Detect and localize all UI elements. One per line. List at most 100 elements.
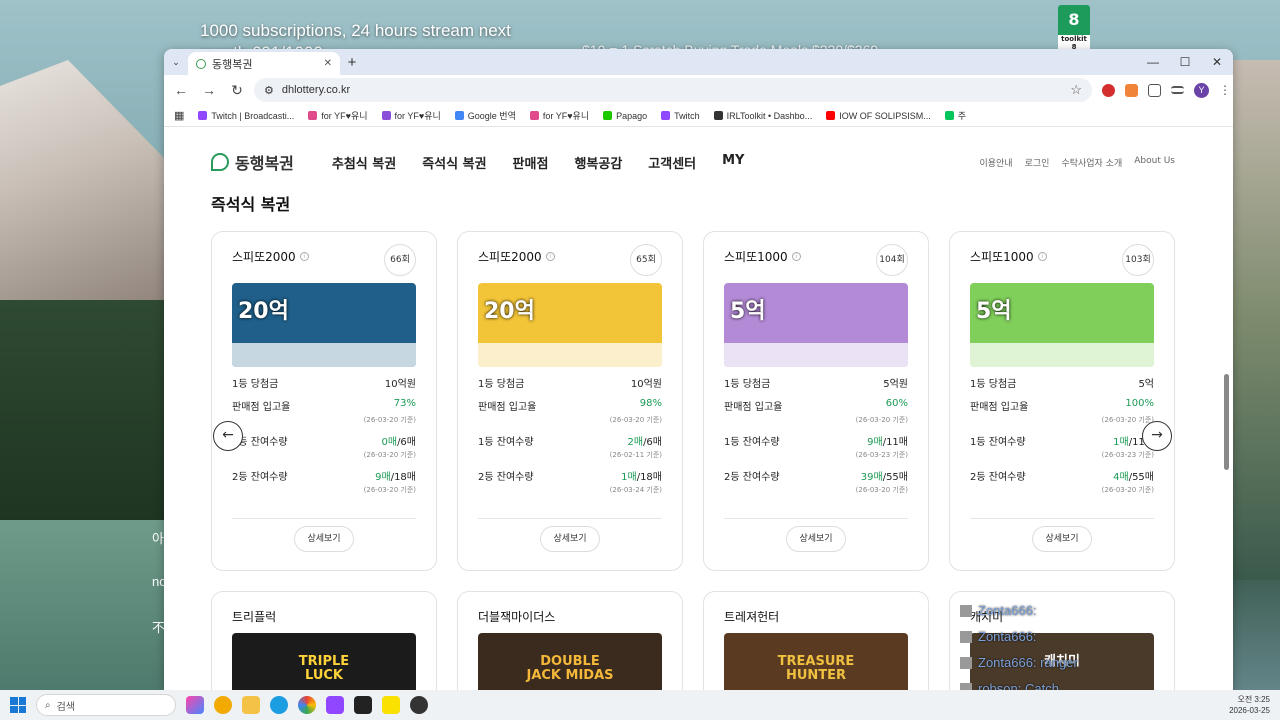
bookmark-2[interactable]: for YF♥유니 <box>308 109 368 122</box>
page-scrollbar[interactable] <box>1224 374 1229 470</box>
tab-search-icon[interactable]: ⌄ <box>164 57 188 68</box>
copilot-icon[interactable] <box>186 696 204 714</box>
search-app-icon[interactable] <box>214 696 232 714</box>
lottery-name-text: 스피또2000 <box>232 250 296 264</box>
info-icon[interactable]: i <box>791 252 801 261</box>
detail-button[interactable]: 상세보기 <box>1032 526 1092 552</box>
bookmark-7-icon <box>661 111 671 120</box>
chat-avatar <box>960 605 972 617</box>
info-icon[interactable]: i <box>545 252 555 261</box>
extensions-area: Y ⋮ <box>1102 82 1231 98</box>
bookmark-9[interactable]: IOW OF SOLIPSISM... <box>826 111 931 121</box>
bookmark-4[interactable]: Google 번역 <box>454 109 516 122</box>
url-text: dhlottery.co.kr <box>281 84 351 96</box>
game-card[interactable]: 더블잭마이더스 DOUBLE JACK MIDAS <box>457 591 683 690</box>
menu-happy-share[interactable]: 행복공감 <box>574 153 622 172</box>
detail-button[interactable]: 상세보기 <box>540 526 600 552</box>
maximize-icon[interactable]: ☐ <box>1169 55 1201 69</box>
round-badge: 65회 <box>630 244 662 276</box>
menu-draw-lottery[interactable]: 추첨식 복권 <box>332 153 396 172</box>
bookmark-2-label: for YF♥유니 <box>321 111 368 121</box>
bookmark-3[interactable]: for YF♥유니 <box>381 109 441 122</box>
back-icon[interactable]: ← <box>170 82 192 98</box>
menu-retailers[interactable]: 판매점 <box>513 153 549 172</box>
util-guide-link[interactable]: 이용안내 <box>979 156 1012 169</box>
lottery-card[interactable]: 스피또2000 i 65회 20억 1등 당첨금 10억원 판매점 입고율 98% (… <box>457 231 683 571</box>
first-prize-value: 5억원 <box>883 379 908 390</box>
chrome-icon[interactable] <box>298 696 316 714</box>
bookmark-9-label: IOW OF SOLIPSISM... <box>839 110 931 121</box>
util-about-link[interactable]: About Us <box>1134 156 1175 169</box>
bookmark-6-icon <box>603 111 613 120</box>
menu-my[interactable]: MY <box>722 153 744 172</box>
close-window-icon[interactable]: ✕ <box>1201 55 1233 69</box>
side-overlay-1: 아 <box>152 531 164 546</box>
detail-button[interactable]: 상세보기 <box>786 526 846 552</box>
bookmark-8[interactable]: IRLToolkit • Dashbo... <box>713 111 812 121</box>
media-icon[interactable] <box>1171 86 1184 94</box>
ticket-image: 20억 <box>478 283 662 367</box>
carousel-next-icon[interactable]: → <box>1142 421 1172 451</box>
second-left-row: 2등 잔여수량 1매/18매 <box>478 468 662 483</box>
reload-icon[interactable]: ↻ <box>226 82 248 99</box>
ticket-jackpot-text: 20억 <box>238 299 289 324</box>
info-icon[interactable]: i <box>1037 252 1047 261</box>
extension-red-icon[interactable] <box>1102 83 1115 97</box>
kakaotalk-icon[interactable] <box>382 696 400 714</box>
bookmark-3-icon <box>381 111 391 120</box>
first-left-count: 1매 <box>1113 437 1129 448</box>
bookmarks-bar: ▦ Twitch | Broadcasti... for YF♥유니 for Y… <box>164 105 1233 127</box>
bookmark-7[interactable]: Twitch <box>661 111 700 121</box>
extension-orange-icon[interactable] <box>1125 83 1138 97</box>
tab-close-icon[interactable]: ✕ <box>324 58 332 69</box>
first-left-label: 1등 잔여수량 <box>970 437 1026 448</box>
lottery-card[interactable]: 스피또1000 i 104회 5억 1등 당첨금 5억원 판매점 입고율 60% (2… <box>703 231 929 571</box>
detail-button[interactable]: 상세보기 <box>294 526 354 552</box>
windows-start-icon[interactable] <box>10 697 26 713</box>
bookmark-1[interactable]: Twitch | Broadcasti... <box>198 111 294 121</box>
obs-icon[interactable] <box>354 696 372 714</box>
menu-instant-lottery[interactable]: 즉석식 복권 <box>422 153 486 172</box>
bookmark-star-icon[interactable]: ☆ <box>1070 82 1082 98</box>
site-logo[interactable]: 동행복권 <box>211 150 294 174</box>
tab-dhlottery[interactable]: 동행복권 ✕ <box>188 52 340 75</box>
apps-grid-icon[interactable]: ▦ <box>174 109 184 122</box>
lottery-card[interactable]: 스피또1000 i 103회 5억 1등 당첨금 5억 판매점 입고율 100% (2… <box>949 231 1175 571</box>
second-left-total: /55매 <box>882 472 908 483</box>
address-bar[interactable]: ⚙ dhlottery.co.kr ☆ <box>254 78 1092 102</box>
file-explorer-icon[interactable] <box>242 696 260 714</box>
second-left-date: (26-03-24 기준) <box>609 486 662 494</box>
util-login-link[interactable]: 로그인 <box>1025 156 1050 169</box>
util-operator-link[interactable]: 수탁사업자 소개 <box>1061 156 1122 169</box>
bookmark-5[interactable]: for YF♥유니 <box>529 109 589 122</box>
menu-kebab-icon[interactable]: ⋮ <box>1219 84 1231 97</box>
bookmark-10[interactable]: 주 <box>944 109 966 122</box>
taskbar: ⌕ 검색 오전 3:25 2026-03-25 <box>0 690 1280 720</box>
extensions-puzzle-icon[interactable] <box>1148 83 1161 97</box>
profile-avatar[interactable]: Y <box>1194 82 1209 98</box>
bookmark-6-label: Papago <box>616 110 648 121</box>
lottery-card[interactable]: 스피또2000 i 66회 20억 1등 당첨금 10억원 판매점 입고율 73% (… <box>211 231 437 571</box>
minimize-icon[interactable]: — <box>1137 55 1169 69</box>
forward-icon[interactable]: → <box>198 82 220 98</box>
bookmark-6[interactable]: Papago <box>603 111 647 121</box>
twitch-icon[interactable] <box>326 696 344 714</box>
menu-customer-center[interactable]: 고객센터 <box>648 153 696 172</box>
system-clock[interactable]: 오전 3:25 2026-03-25 <box>1229 694 1270 716</box>
carousel-prev-icon[interactable]: ← <box>213 421 243 451</box>
bookmark-5-icon <box>529 111 539 120</box>
round-badge: 66회 <box>384 244 416 276</box>
app-icon[interactable] <box>410 696 428 714</box>
game-card[interactable]: 트리플럭 TRIPLE LUCK <box>211 591 437 690</box>
first-left-total: /6매 <box>397 437 416 448</box>
chat-avatar <box>960 657 972 669</box>
taskbar-search[interactable]: ⌕ 검색 <box>36 694 176 716</box>
info-icon[interactable]: i <box>299 252 309 261</box>
clover-logo-icon <box>211 153 229 171</box>
site-info-icon[interactable]: ⚙ <box>264 84 274 97</box>
first-left-label: 1등 잔여수량 <box>724 437 780 448</box>
game-card[interactable]: 트레져헌터 TREASURE HUNTER <box>703 591 929 690</box>
edge-icon[interactable] <box>270 696 288 714</box>
new-tab-icon[interactable]: + <box>340 54 364 71</box>
card-divider <box>724 518 908 519</box>
